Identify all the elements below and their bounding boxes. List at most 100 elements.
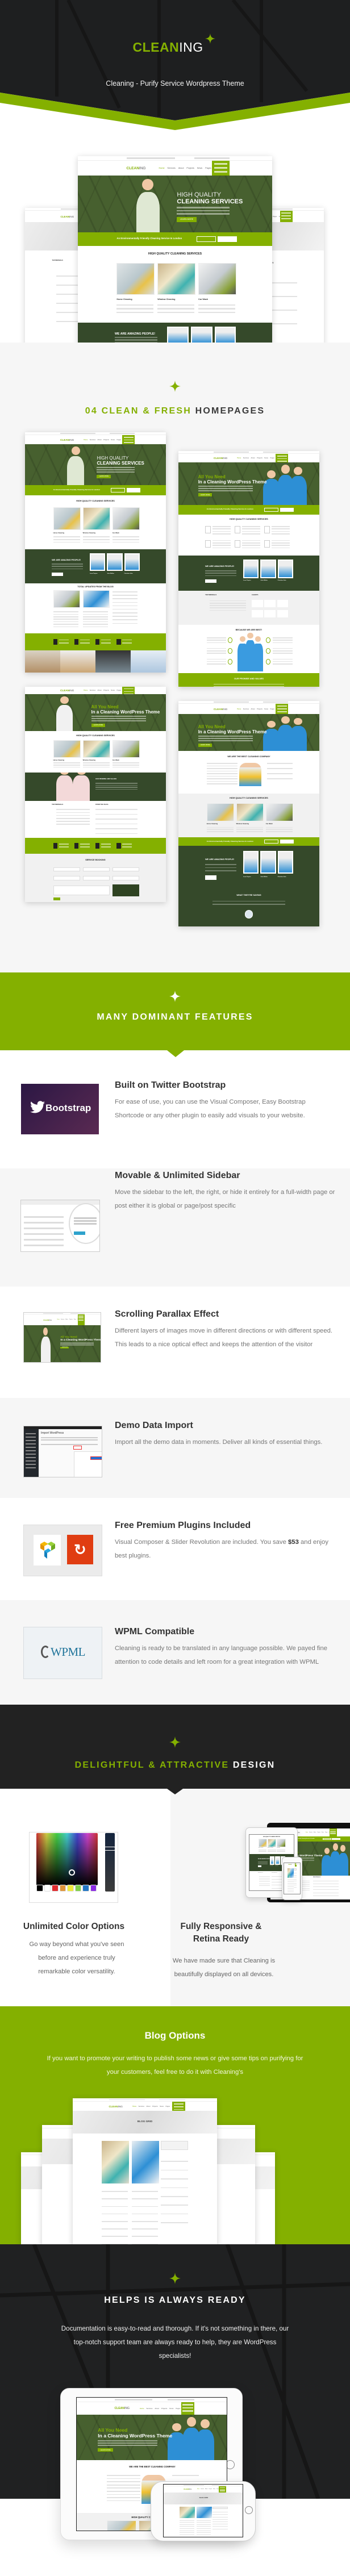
quote-button[interactable] xyxy=(280,507,294,512)
quote-button[interactable] xyxy=(218,236,238,243)
feature-parallax: CLEANINGHomeServicesAboutProjectsNewsPag… xyxy=(0,1287,350,1398)
mock-nav-item[interactable]: Projects xyxy=(103,690,109,691)
view-projects-button[interactable] xyxy=(264,507,279,512)
brightness-slider[interactable] xyxy=(105,1833,115,1892)
view-projects-button[interactable] xyxy=(111,488,126,492)
mock-nav-item[interactable]: Services xyxy=(243,457,249,459)
mock-nav-item[interactable]: Pages xyxy=(165,2106,170,2107)
mock-nav-item[interactable]: Pages xyxy=(325,1832,327,1833)
mock-nav-item[interactable]: Home xyxy=(84,439,88,441)
mock-nav-item[interactable]: Projects xyxy=(152,2106,158,2107)
mock-nav-item[interactable]: Services xyxy=(90,690,95,691)
mock-nav-item[interactable]: Pages xyxy=(205,167,211,169)
mock-nav-item[interactable]: Pages xyxy=(176,2407,180,2410)
learn-more-button[interactable]: LEARN MORE xyxy=(198,493,213,497)
learn-more-button[interactable]: LEARN MORE xyxy=(60,1347,69,1348)
color-swatch[interactable] xyxy=(36,1885,43,1892)
learn-more-button[interactable]: LEARN MORE xyxy=(97,474,111,478)
mock-nav-item[interactable]: News xyxy=(111,439,115,441)
mock-nav-item[interactable]: About xyxy=(146,2106,150,2107)
quote-button[interactable] xyxy=(332,1838,340,1840)
mock-nav-item[interactable]: About xyxy=(155,2407,159,2410)
color-swatch[interactable] xyxy=(67,1885,74,1892)
view-projects-button[interactable] xyxy=(196,236,216,243)
mock-nav-item[interactable]: Services xyxy=(243,708,249,710)
mock-nav-item[interactable]: Services xyxy=(139,2106,144,2107)
mock-nav-item[interactable]: About xyxy=(98,690,102,691)
mock-nav-item[interactable]: Projects xyxy=(317,1832,320,1833)
mock-nav-item[interactable]: News xyxy=(264,708,268,710)
mock-nav-item[interactable]: About xyxy=(251,708,255,710)
color-swatch[interactable] xyxy=(82,1885,89,1892)
quote-button[interactable] xyxy=(126,488,141,492)
view-projects-button[interactable] xyxy=(322,1838,331,1840)
color-handle[interactable] xyxy=(69,1869,75,1876)
mock-nav-item[interactable]: Home xyxy=(132,2106,136,2107)
mock-nav-item[interactable]: News xyxy=(169,2407,173,2410)
mock-nav-item[interactable]: News xyxy=(160,2106,164,2107)
service-image xyxy=(82,507,111,530)
mock-nav-item[interactable]: News xyxy=(111,690,115,691)
mock-nav-item[interactable]: Pages xyxy=(117,439,122,441)
mock-nav-item[interactable]: News xyxy=(213,2489,215,2490)
mock-nav-item[interactable]: About xyxy=(251,457,255,459)
color-swatch[interactable] xyxy=(59,1885,66,1892)
learn-more-button[interactable]: LEARN MORE xyxy=(198,743,213,747)
mock-nav-item[interactable]: Home xyxy=(84,690,88,691)
color-swatch[interactable] xyxy=(90,1885,97,1892)
mock-nav-item[interactable]: Pages xyxy=(270,708,275,710)
color-swatch[interactable] xyxy=(74,1885,81,1892)
color-swatch[interactable] xyxy=(52,1885,59,1892)
mock-nav-item[interactable]: Home xyxy=(159,167,165,169)
learn-more-button[interactable]: LEARN MORE xyxy=(177,217,197,222)
post-image xyxy=(132,2141,160,2183)
mock-nav-item[interactable]: About xyxy=(314,1832,316,1833)
mock-nav-item[interactable]: Projects xyxy=(257,457,262,459)
mock-nav-item[interactable]: Services xyxy=(201,2489,204,2490)
person-figure xyxy=(289,717,307,751)
mock-hero-text: All You NeedIn a Cleaning WordPress Them… xyxy=(198,474,266,497)
color-swatch[interactable] xyxy=(44,1885,51,1892)
view-projects-button[interactable] xyxy=(264,840,279,844)
slider-handle[interactable] xyxy=(104,1847,115,1851)
mock-nav-item[interactable]: Services xyxy=(146,2407,152,2410)
mock-nav-item[interactable]: Projects xyxy=(257,708,262,710)
hero-section: CLEANING Cleaning - Purify Service Wordp… xyxy=(0,0,350,343)
quote-button[interactable] xyxy=(280,840,294,844)
mock-nav-item[interactable]: Projects xyxy=(103,439,109,441)
mock-nav-item[interactable]: News xyxy=(197,167,202,169)
mock-navbar: CLEANING HomeServicesAboutProjectsNewsPag… xyxy=(178,454,319,462)
mock-text-line xyxy=(259,1876,270,1877)
color-spectrum[interactable] xyxy=(36,1833,98,1885)
mock-nav-item[interactable]: About xyxy=(178,167,184,169)
mock-nav-item[interactable]: Home xyxy=(306,1832,308,1833)
sparkle-icon xyxy=(169,991,181,1002)
mock-nav-item[interactable]: Home xyxy=(237,457,241,459)
mock-nav-item[interactable]: Projects xyxy=(209,2489,212,2490)
mock-nav-item[interactable]: Projects xyxy=(161,2407,168,2410)
mock-nav-item[interactable]: Home xyxy=(197,2489,199,2490)
service-icon xyxy=(235,540,241,548)
mock-nav-item[interactable]: News xyxy=(322,1832,324,1833)
mock-nav-item[interactable]: About xyxy=(98,439,102,441)
mock-nav-item[interactable]: Pages xyxy=(273,216,277,218)
color-picker[interactable] xyxy=(29,1832,118,1903)
mock-nav-item[interactable]: Home xyxy=(140,2407,144,2410)
mock-nav-item[interactable]: Projects xyxy=(186,167,194,169)
mock-nav-item[interactable]: Pages xyxy=(270,457,275,459)
mock-text-line xyxy=(259,1881,270,1882)
mock-nav-item[interactable]: Home xyxy=(237,708,241,710)
mock-text-line xyxy=(206,653,227,654)
mock-block xyxy=(126,157,175,159)
mock-nav-item[interactable]: Services xyxy=(90,439,95,441)
mock-nav-item[interactable]: Pages xyxy=(117,690,122,691)
mock-nav-item[interactable]: About xyxy=(205,2489,207,2490)
mock-nav-item[interactable]: Services xyxy=(309,1832,312,1833)
learn-more-button[interactable]: LEARN MORE xyxy=(98,2448,113,2452)
bootstrap-image: Bootstrap xyxy=(21,1084,99,1134)
message-textarea xyxy=(53,886,110,896)
person-figure xyxy=(253,636,263,671)
learn-more-button[interactable]: LEARN MORE xyxy=(91,723,106,727)
mock-nav-item[interactable]: News xyxy=(264,457,268,459)
mock-nav-item[interactable]: Services xyxy=(167,167,175,169)
